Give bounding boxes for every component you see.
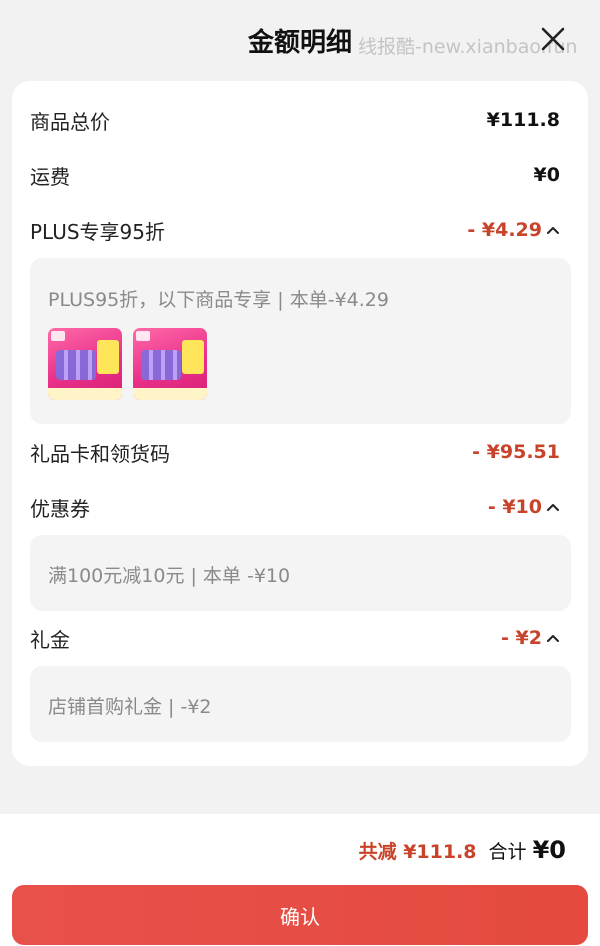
bottom-bar: 共减 ¥111.8 合计 ¥0 确认 <box>0 814 600 946</box>
total-label: 合计 <box>488 841 527 863</box>
goods-total-amount: ¥111.8 <box>486 109 560 131</box>
coupon-amount: - ¥10 <box>487 496 542 518</box>
product-thumb-1[interactable] <box>48 328 122 400</box>
coupon-label: 优惠券 <box>30 496 90 521</box>
plus-discount-amount: - ¥4.29 <box>467 219 542 241</box>
row-coupon[interactable]: 优惠券 - ¥10 <box>30 489 560 525</box>
chevron-up-icon[interactable] <box>546 225 560 235</box>
total-saved: 共减 ¥111.8 <box>358 841 477 863</box>
cash-gift-detail-text: 店铺首购礼金 | -¥2 <box>48 696 212 718</box>
row-plus-discount[interactable]: PLUS专享95折 - ¥4.29 <box>30 212 560 248</box>
gift-card-amount: - ¥95.51 <box>472 441 560 463</box>
row-cash-gift[interactable]: 礼金 - ¥2 <box>30 620 560 656</box>
plus-discount-detail-text: PLUS95折，以下商品专享 | 本单-¥4.29 <box>48 289 389 311</box>
shipping-label: 运费 <box>30 164 70 189</box>
chevron-up-icon[interactable] <box>546 502 560 512</box>
gift-card-label: 礼品卡和领货码 <box>30 441 170 466</box>
row-goods-total: 商品总价 ¥111.8 <box>30 102 560 138</box>
confirm-button[interactable]: 确认 <box>12 885 588 945</box>
coupon-detail: 满100元减10元 | 本单 -¥10 <box>30 535 571 611</box>
goods-total-label: 商品总价 <box>30 109 110 134</box>
shipping-amount: ¥0 <box>533 164 560 186</box>
total-value: ¥0 <box>532 836 566 864</box>
totals: 共减 ¥111.8 合计 ¥0 <box>359 836 566 864</box>
close-icon[interactable] <box>538 24 568 54</box>
cash-gift-detail: 店铺首购礼金 | -¥2 <box>30 666 571 742</box>
product-thumb-2[interactable] <box>133 328 207 400</box>
chevron-up-icon[interactable] <box>546 633 560 643</box>
cash-gift-label: 礼金 <box>30 627 70 652</box>
plus-discount-detail: PLUS95折，以下商品专享 | 本单-¥4.29 <box>30 258 571 424</box>
row-gift-card: 礼品卡和领货码 - ¥95.51 <box>30 434 560 470</box>
plus-discount-label: PLUS专享95折 <box>30 219 165 244</box>
cash-gift-amount: - ¥2 <box>501 627 542 649</box>
row-shipping: 运费 ¥0 <box>30 157 560 193</box>
amount-detail-card: 商品总价 ¥111.8 运费 ¥0 PLUS专享95折 - ¥4.29 PLUS… <box>12 81 588 766</box>
header: 金额明细 线报酷-new.xianbao.fun <box>0 0 600 80</box>
coupon-detail-text: 满100元减10元 | 本单 -¥10 <box>48 565 291 587</box>
